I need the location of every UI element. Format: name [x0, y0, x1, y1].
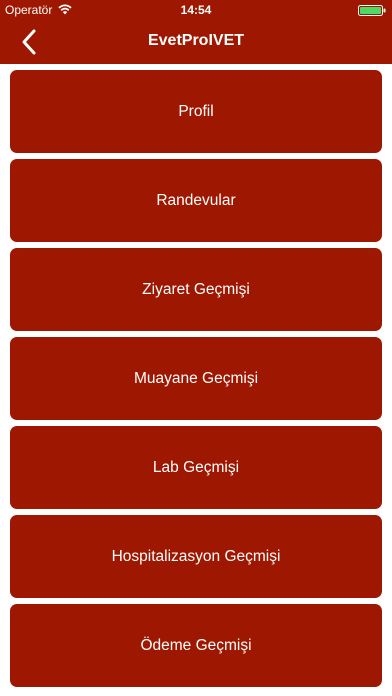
menu-item-label: Ziyaret Geçmişi — [142, 280, 250, 298]
navigation-bar: EvetProIVET — [0, 20, 392, 64]
menu-item-lab-history[interactable]: Lab Geçmişi — [10, 426, 382, 509]
status-bar: Operatör 14:54 — [0, 0, 392, 20]
menu-item-appointments[interactable]: Randevular — [10, 159, 382, 242]
menu-item-profile[interactable]: Profil — [10, 70, 382, 153]
menu-item-examination-history[interactable]: Muayane Geçmişi — [10, 337, 382, 420]
menu-item-label: Ödeme Geçmişi — [140, 636, 252, 654]
menu-item-label: Hospitalizasyon Geçmişi — [111, 547, 281, 565]
page-title: EvetProIVET — [147, 32, 245, 49]
menu-item-hospitalization-history[interactable]: Hospitalizasyon Geçmişi — [10, 515, 382, 598]
status-clock: 14:54 — [180, 3, 212, 17]
app-header: Operatör 14:54 EvetProIVET — [0, 0, 392, 64]
menu-item-payment-history[interactable]: Ödeme Geçmişi — [10, 604, 382, 687]
menu-item-label: Muayane Geçmişi — [133, 369, 259, 387]
menu-item-visit-history[interactable]: Ziyaret Geçmişi — [10, 248, 382, 331]
menu-item-label: Lab Geçmişi — [152, 458, 240, 476]
menu-item-label: Profil — [178, 102, 214, 120]
battery-icon — [358, 5, 386, 16]
menu-item-label: Randevular — [156, 191, 236, 209]
menu-list: Profil Randevular Ziyaret Geçmişi Muayan… — [10, 70, 382, 693]
